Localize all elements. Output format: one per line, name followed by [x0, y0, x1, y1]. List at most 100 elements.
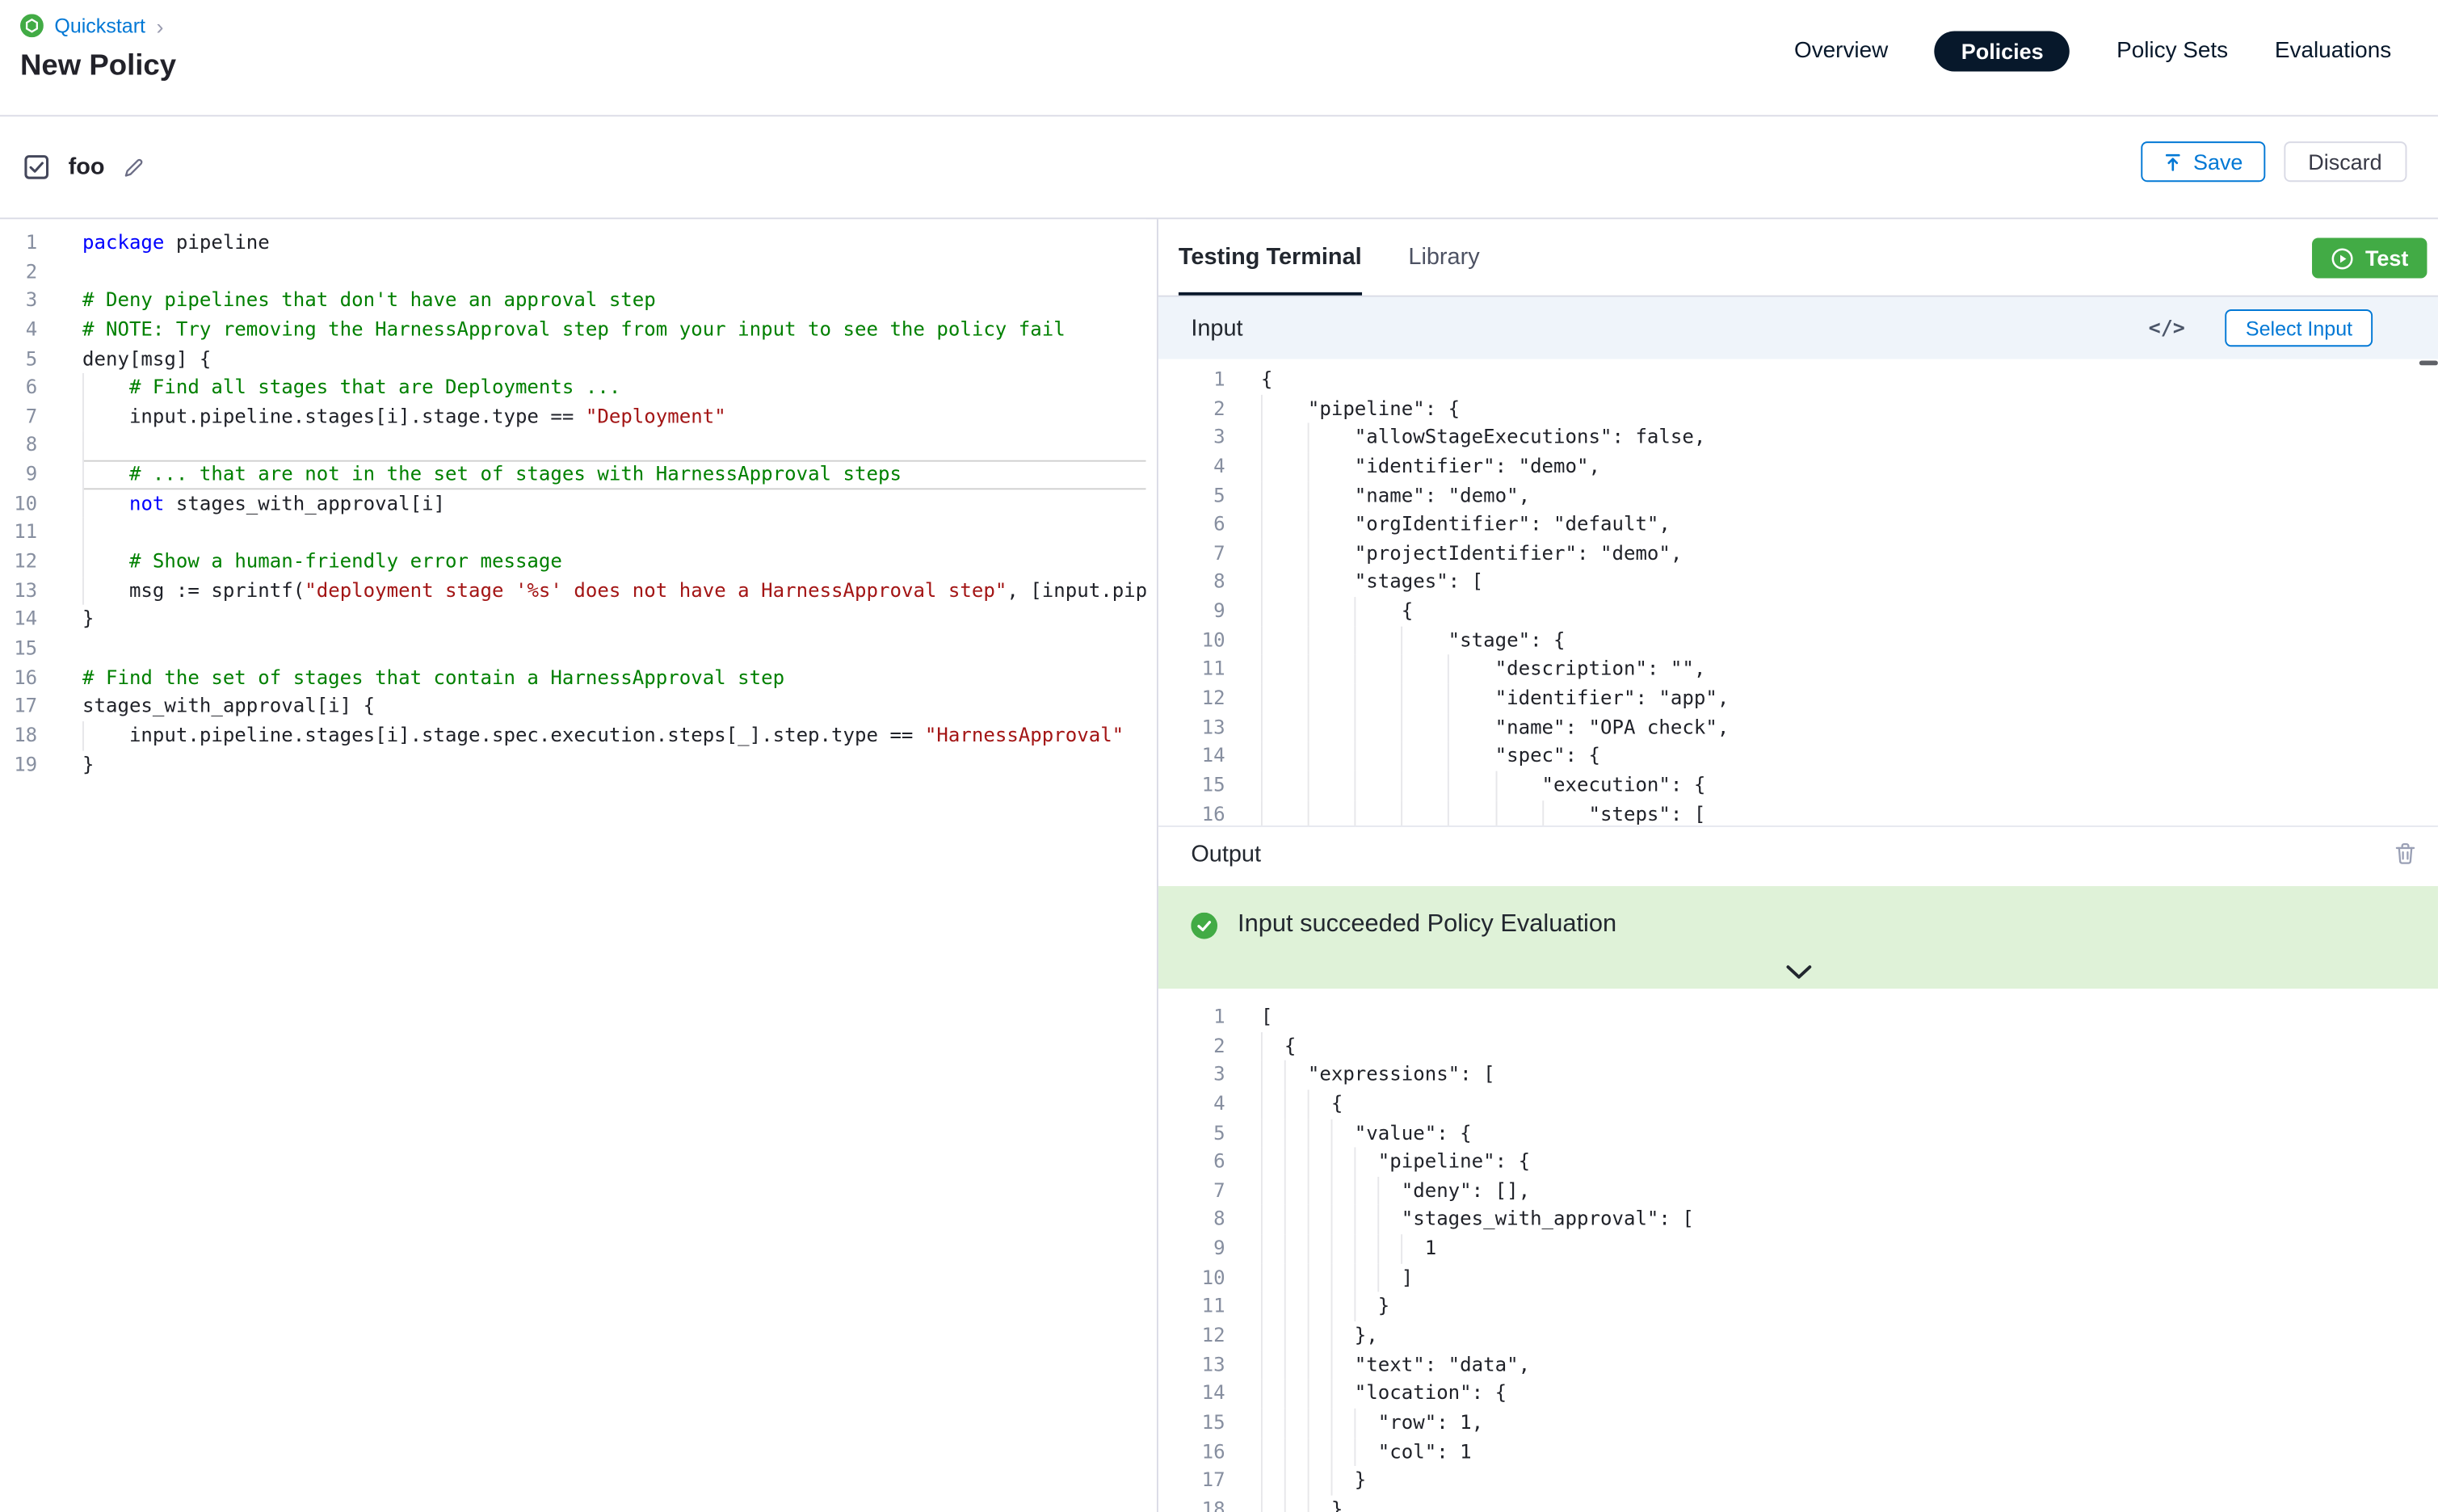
- indent-guide: [1308, 713, 1309, 742]
- code-line: 2 {: [1158, 1031, 2438, 1060]
- input-title: Input: [1191, 315, 1242, 342]
- code-line: 16 "col": 1: [1158, 1438, 2438, 1467]
- indent-guide: [1261, 771, 1263, 800]
- line-number: 7: [1158, 540, 1261, 569]
- indent-guide: [1284, 1438, 1286, 1467]
- indent-guide: [1308, 1177, 1309, 1206]
- save-upload-icon: [2163, 152, 2183, 172]
- line-number: 6: [0, 373, 82, 402]
- indent-guide: [1261, 800, 1263, 826]
- indent-guide: [1261, 1263, 1263, 1292]
- tab-library[interactable]: Library: [1408, 219, 1479, 295]
- indent-guide: [1261, 684, 1263, 713]
- line-number: 10: [0, 489, 82, 519]
- indent-guide: [1261, 1321, 1263, 1350]
- indent-guide: [1261, 1148, 1263, 1177]
- code-line: 16# Find the set of stages that contain …: [0, 663, 1146, 692]
- input-json-editor[interactable]: 1{2 "pipeline": {3 "allowStageExecutions…: [1158, 359, 2438, 827]
- select-input-button[interactable]: Select Input: [2226, 309, 2373, 346]
- indent-guide: [1448, 742, 1450, 771]
- indent-guide: [82, 431, 84, 460]
- save-button[interactable]: Save: [2141, 141, 2265, 182]
- line-number: 5: [0, 344, 82, 373]
- policy-code-editor[interactable]: 1package pipeline23# Deny pipelines that…: [0, 219, 1146, 1512]
- code-line: 10 "stage": {: [1158, 626, 2438, 655]
- line-number: 1: [0, 229, 82, 258]
- code-line: 17stages_with_approval[i] {: [0, 692, 1146, 721]
- tab-overview[interactable]: Overview: [1794, 39, 1888, 64]
- code-line: 8 "stages_with_approval": [: [1158, 1206, 2438, 1235]
- indent-guide: [1402, 771, 1403, 800]
- indent-guide: [1261, 713, 1263, 742]
- line-number: 14: [1158, 1380, 1261, 1409]
- terminal-tabs: Testing Terminal Library Test: [1158, 219, 2438, 296]
- code-line: 7 "deny": [],: [1158, 1177, 2438, 1206]
- line-number: 15: [1158, 1409, 1261, 1438]
- indent-guide: [1308, 1350, 1309, 1380]
- code-view-icon[interactable]: </>: [2149, 317, 2185, 340]
- code-line: 14}: [0, 605, 1146, 634]
- discard-button[interactable]: Discard: [2283, 141, 2406, 182]
- indent-guide: [1402, 1234, 1403, 1263]
- edit-name-button[interactable]: [124, 156, 145, 178]
- indent-guide: [1261, 1206, 1263, 1235]
- indent-guide: [1308, 771, 1309, 800]
- indent-guide: [1355, 1177, 1356, 1206]
- code-line: 1[: [1158, 1002, 2438, 1031]
- tab-evaluations[interactable]: Evaluations: [2275, 39, 2391, 64]
- indent-guide: [1402, 626, 1403, 655]
- indent-guide: [1378, 1263, 1380, 1292]
- policy-icon: [23, 154, 50, 181]
- policy-name: foo: [69, 154, 105, 181]
- clear-output-button[interactable]: [2393, 841, 2418, 866]
- tab-testing-terminal[interactable]: Testing Terminal: [1179, 219, 1362, 295]
- indent-guide: [1261, 597, 1263, 626]
- indent-guide: [1308, 800, 1309, 826]
- indent-guide: [1308, 1090, 1309, 1119]
- line-number: 14: [1158, 742, 1261, 771]
- page-header: Quickstart › New Policy Overview Policie…: [0, 0, 2438, 116]
- indent-guide: [82, 721, 84, 750]
- indent-guide: [1308, 510, 1309, 540]
- collapse-banner-button[interactable]: [1784, 964, 1813, 981]
- line-number: 10: [1158, 626, 1261, 655]
- line-number: 4: [0, 316, 82, 345]
- indent-guide: [1261, 452, 1263, 481]
- indent-guide: [1261, 1380, 1263, 1409]
- indent-guide: [1284, 1380, 1286, 1409]
- tab-policy-sets[interactable]: Policy Sets: [2116, 39, 2228, 64]
- indent-guide: [1261, 1090, 1263, 1119]
- indent-guide: [1448, 684, 1450, 713]
- line-number: 9: [1158, 597, 1261, 626]
- indent-guide: [1308, 1292, 1309, 1321]
- output-json-editor[interactable]: 1[2 {3 "expressions": [4 {5 "value": {6 …: [1158, 989, 2438, 1512]
- code-line: 19}: [0, 750, 1146, 779]
- tab-policies[interactable]: Policies: [1935, 31, 2070, 71]
- code-line: 8: [0, 431, 1146, 460]
- indent-guide: [1261, 626, 1263, 655]
- indent-guide: [1378, 1177, 1380, 1206]
- indent-guide: [1261, 1292, 1263, 1321]
- line-number: 17: [0, 692, 82, 721]
- indent-guide: [1284, 1206, 1286, 1235]
- line-number: 9: [0, 460, 82, 489]
- indent-guide: [1331, 1409, 1333, 1438]
- indent-guide: [1355, 1234, 1356, 1263]
- indent-guide: [1448, 655, 1450, 684]
- line-number: 10: [1158, 1263, 1261, 1292]
- indent-guide: [1308, 481, 1309, 510]
- code-line: 3 "expressions": [: [1158, 1060, 2438, 1090]
- breadcrumb-project-link[interactable]: Quickstart: [54, 14, 145, 37]
- testing-terminal-panel: Testing Terminal Library Test Input </> …: [1157, 219, 2438, 1512]
- line-number: 14: [0, 605, 82, 634]
- indent-guide: [82, 576, 84, 605]
- indent-guide: [1495, 771, 1497, 800]
- indent-guide: [1308, 540, 1309, 569]
- line-number: 1: [1158, 365, 1261, 394]
- indent-guide: [1261, 1350, 1263, 1380]
- code-line: 1package pipeline: [0, 229, 1146, 258]
- test-button[interactable]: Test: [2313, 237, 2427, 278]
- line-number: 12: [0, 548, 82, 577]
- line-number: 1: [1158, 1002, 1261, 1031]
- line-number: 13: [1158, 1350, 1261, 1380]
